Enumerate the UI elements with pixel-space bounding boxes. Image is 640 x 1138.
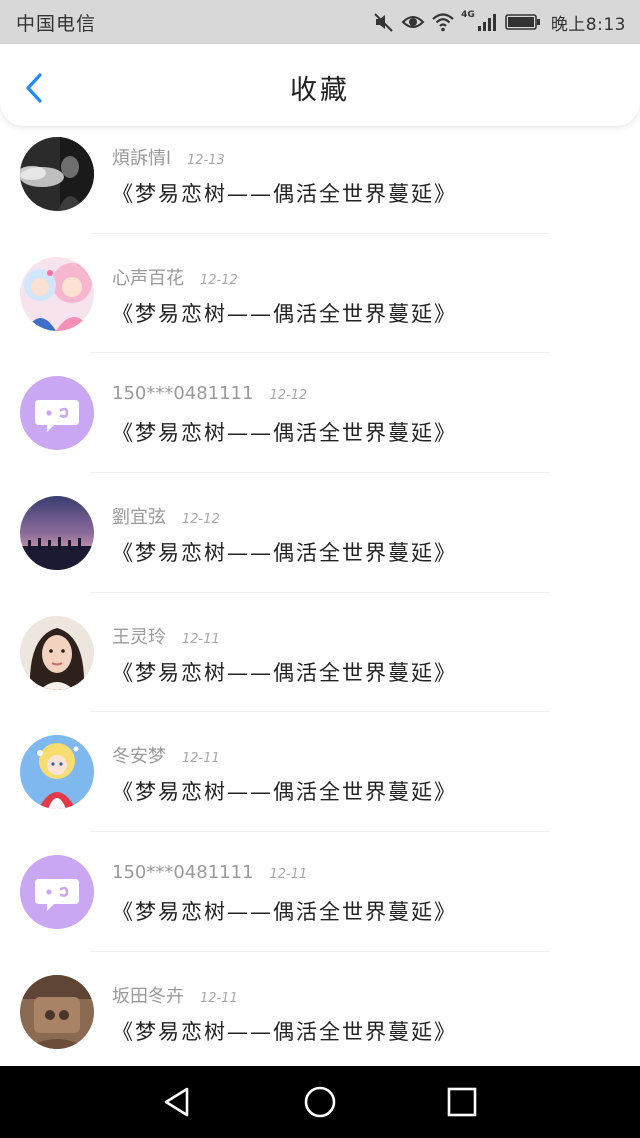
item-meta: 劉宜弦 12-12 (112, 503, 220, 529)
favorites-list: 煩訴情l 12-13 《梦易恋树——偶活全世界蔓延》 心声百花 12-12 《梦… (0, 114, 640, 1072)
item-author: 150***0481111 (112, 383, 254, 405)
circle-home-icon (304, 1086, 336, 1118)
avatar-portrait-photo[interactable] (20, 615, 94, 690)
avatar-smoke-photo[interactable] (20, 137, 94, 211)
avatar-twilight-crowd[interactable] (20, 496, 94, 571)
nav-back-button[interactable] (160, 1084, 196, 1120)
item-author: 劉宜弦 (112, 507, 166, 529)
list-item[interactable]: 煩訴情l 12-13 《梦易恋树——偶活全世界蔓延》 (0, 114, 640, 234)
item-meta: 150***0481111 12-11 (112, 862, 307, 883)
item-date: 12-13 (187, 153, 225, 168)
battery-icon (505, 11, 541, 33)
item-author: 王灵玲 (112, 626, 166, 648)
item-date: 12-11 (182, 751, 220, 767)
item-title: 《梦易恋树——偶活全世界蔓延》 (112, 301, 457, 326)
item-title: 《梦易恋树——偶活全世界蔓延》 (112, 1019, 457, 1044)
status-bar: 中国电信 4G 晚上8:13 (0, 0, 640, 44)
signal-icon (477, 11, 499, 33)
item-meta: 煩訴情l 12-13 (112, 144, 225, 170)
item-meta: 心声百花 12-12 (112, 264, 238, 290)
list-item[interactable]: 150***0481111 12-12 《梦易恋树——偶活全世界蔓延》 (0, 353, 640, 474)
item-meta: 坂田冬卉 12-11 (112, 982, 238, 1008)
item-meta: 王灵玲 12-11 (112, 623, 220, 649)
item-date: 12-11 (269, 867, 308, 883)
avatar-anime-idol[interactable] (20, 735, 94, 810)
status-time: 晚上8:13 (550, 14, 626, 35)
network-type-label: 4G (461, 10, 475, 20)
item-date: 12-12 (182, 512, 220, 528)
avatar-brown-photo[interactable] (20, 974, 94, 1049)
item-author: 心声百花 (112, 267, 184, 289)
list-item[interactable]: 王灵玲 12-11 《梦易恋树——偶活全世界蔓延》 (0, 593, 640, 713)
item-author: 煩訴情l (112, 148, 172, 169)
item-author: 冬安梦 (112, 746, 166, 768)
item-date: 12-12 (269, 388, 308, 404)
list-item[interactable]: 劉宜弦 12-12 《梦易恋树——偶活全世界蔓延》 (0, 473, 640, 593)
default-chat-avatar-icon[interactable] (20, 855, 94, 930)
item-date: 12-11 (182, 631, 220, 647)
list-item[interactable]: 150***0481111 12-11 《梦易恋树——偶活全世界蔓延》 (0, 832, 640, 952)
item-author: 150***0481111 (112, 862, 254, 884)
wifi-icon (431, 11, 455, 33)
item-author: 坂田冬卉 (112, 985, 184, 1007)
item-title: 《梦易恋树——偶活全世界蔓延》 (112, 421, 457, 446)
nav-home-button[interactable] (302, 1084, 338, 1120)
square-recents-icon (447, 1087, 477, 1117)
nav-recents-button[interactable] (444, 1084, 480, 1120)
item-title: 《梦易恋树——偶活全世界蔓延》 (112, 660, 457, 685)
mute-icon (373, 11, 395, 33)
status-icons: 4G 晚上8:13 (373, 10, 626, 35)
list-item[interactable]: 坂田冬卉 12-11 《梦易恋树——偶活全世界蔓延》 (0, 952, 640, 1072)
item-date: 12-11 (200, 990, 238, 1006)
item-meta: 冬安梦 12-11 (112, 742, 220, 768)
default-chat-avatar-icon[interactable] (20, 376, 94, 451)
item-title: 《梦易恋树——偶活全世界蔓延》 (112, 780, 457, 805)
eye-comfort-icon (401, 11, 425, 33)
item-date: 12-12 (200, 272, 238, 288)
item-title: 《梦易恋树——偶活全世界蔓延》 (112, 541, 457, 566)
list-item[interactable]: 心声百花 12-12 《梦易恋树——偶活全世界蔓延》 (0, 234, 640, 354)
page-header: 收藏 (0, 44, 640, 126)
item-meta: 150***0481111 12-12 (112, 383, 307, 404)
list-item[interactable]: 冬安梦 12-11 《梦易恋树——偶活全世界蔓延》 (0, 712, 640, 833)
page-title: 收藏 (290, 75, 350, 106)
item-title: 《梦易恋树——偶活全世界蔓延》 (112, 182, 457, 206)
carrier-label: 中国电信 (16, 12, 97, 35)
avatar-anime-girls[interactable] (20, 256, 94, 331)
triangle-back-icon (164, 1087, 189, 1117)
item-title: 《梦易恋树——偶活全世界蔓延》 (112, 900, 457, 925)
system-nav-bar (0, 1066, 640, 1138)
